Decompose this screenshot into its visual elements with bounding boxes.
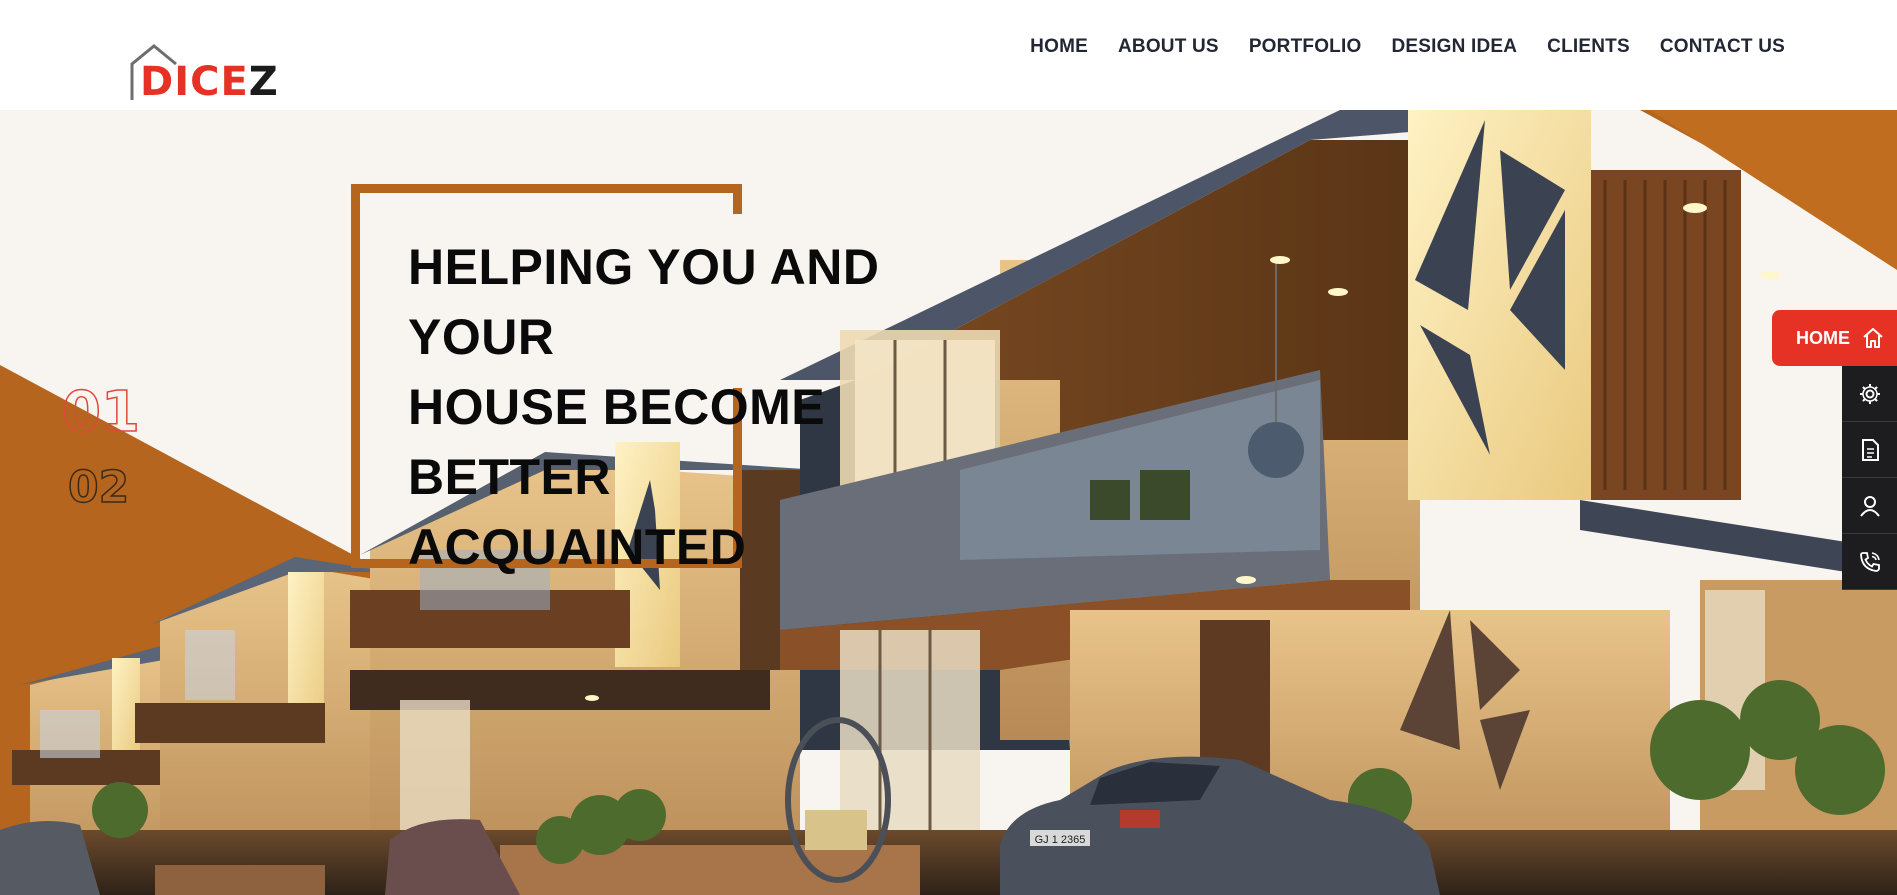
hero-headline-line-2: HOUSE BECOME BETTER xyxy=(408,379,826,505)
logo-text-dark: Z xyxy=(248,59,279,105)
slide-indicator-01[interactable]: 01 xyxy=(61,379,140,446)
side-menu-user-button[interactable] xyxy=(1842,478,1897,534)
site-logo[interactable]: DICEZ xyxy=(128,42,278,104)
nav-home[interactable]: HOME xyxy=(1030,36,1088,58)
nav-portfolio[interactable]: PORTFOLIO xyxy=(1249,36,1362,58)
logo-text-red: DICE xyxy=(140,59,249,105)
main-nav: HOME ABOUT US PORTFOLIO DESIGN IDEA CLIE… xyxy=(1000,36,1785,58)
side-menu-settings-button[interactable] xyxy=(1842,366,1897,422)
car-plate-text: GJ 1 2365 xyxy=(1035,834,1086,846)
hero-slider: GJ 1 2365 01 02 HELPING YOU AND YOUR HOU… xyxy=(0,110,1897,895)
hero-headline-line-3: ACQUAINTED xyxy=(408,519,747,575)
hero-headline-line-1: HELPING YOU AND YOUR xyxy=(408,239,880,365)
headline-frame-right-top xyxy=(733,184,742,214)
side-menu-document-button[interactable] xyxy=(1842,422,1897,478)
gear-icon xyxy=(1859,383,1880,404)
nav-design-idea[interactable]: DESIGN IDEA xyxy=(1391,36,1517,58)
side-menu-home-label: HOME xyxy=(1796,327,1850,348)
nav-about-us[interactable]: ABOUT US xyxy=(1118,36,1219,58)
user-icon xyxy=(1859,495,1880,517)
document-icon xyxy=(1861,438,1879,461)
logo-wordmark: DICEZ xyxy=(140,60,279,104)
nav-clients[interactable]: CLIENTS xyxy=(1547,36,1630,58)
site-header: DICEZ HOME ABOUT US PORTFOLIO DESIGN IDE… xyxy=(0,0,1897,110)
home-icon xyxy=(1863,328,1883,348)
phone-icon xyxy=(1859,551,1880,572)
side-menu xyxy=(1842,366,1897,590)
nav-contact-us[interactable]: CONTACT US xyxy=(1660,36,1785,58)
hero-headline: HELPING YOU AND YOUR HOUSE BECOME BETTER… xyxy=(408,232,1008,582)
slide-indicator-02[interactable]: 02 xyxy=(67,461,130,514)
side-menu-home-button[interactable]: HOME xyxy=(1772,310,1897,366)
side-menu-phone-button[interactable] xyxy=(1842,534,1897,590)
